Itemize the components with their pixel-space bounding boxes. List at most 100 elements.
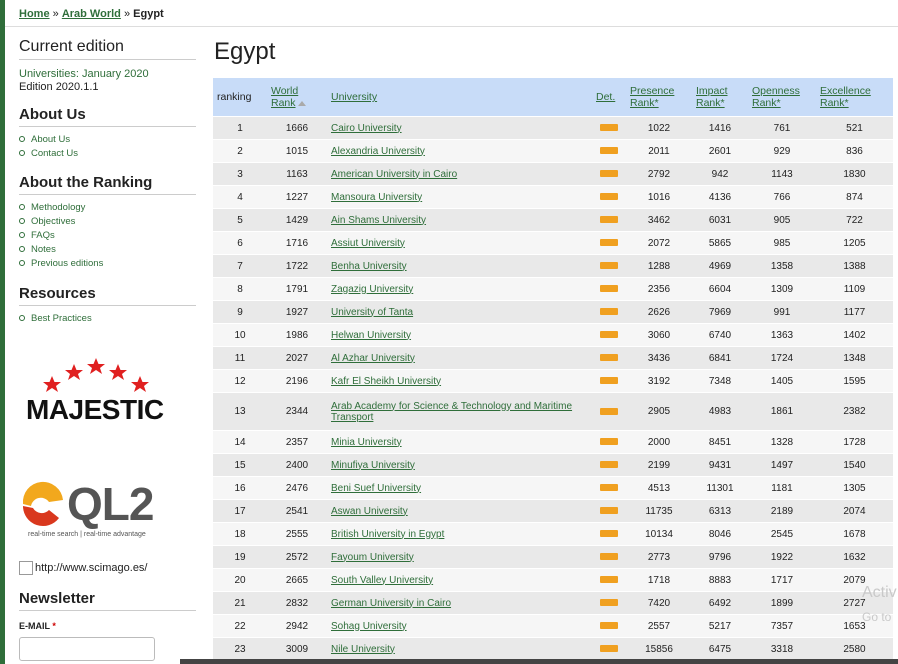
university-link[interactable]: Arab Academy for Science & Technology an… bbox=[331, 401, 572, 423]
details-icon[interactable] bbox=[600, 507, 618, 515]
sidebar: Current edition Universities: January 20… bbox=[19, 38, 196, 326]
university-link[interactable]: Beni Suef University bbox=[331, 483, 421, 494]
details-icon[interactable] bbox=[600, 193, 618, 201]
col-world-rank[interactable]: World Rank bbox=[267, 78, 327, 117]
university-link[interactable]: Sohag University bbox=[331, 621, 407, 632]
university-link[interactable]: Minufiya University bbox=[331, 460, 415, 471]
col-openness[interactable]: Openness Rank* bbox=[748, 78, 816, 117]
university-link[interactable]: Zagazig University bbox=[331, 284, 413, 295]
details-icon[interactable] bbox=[600, 354, 618, 362]
sort-impact-link[interactable]: Impact Rank* bbox=[696, 85, 728, 109]
cell-presence: 7420 bbox=[626, 591, 692, 615]
cell-ranking: 20 bbox=[213, 568, 267, 592]
university-link[interactable]: Cairo University bbox=[331, 123, 402, 134]
table-row: 21 2832 German University in Cairo 7420 6492… bbox=[213, 591, 893, 615]
sidebar-link-faqs[interactable]: FAQs bbox=[19, 229, 196, 243]
sort-world-rank-link[interactable]: World Rank bbox=[271, 85, 298, 109]
cell-impact: 4969 bbox=[692, 254, 748, 278]
university-link[interactable]: Kafr El Sheikh University bbox=[331, 376, 441, 387]
details-icon[interactable] bbox=[600, 553, 618, 561]
university-link[interactable]: British University in Egypt bbox=[331, 529, 444, 540]
details-icon[interactable] bbox=[600, 377, 618, 385]
university-link[interactable]: Minia University bbox=[331, 437, 402, 448]
ql2-logo[interactable]: QL2 real-time search | real-time advanta… bbox=[19, 478, 179, 544]
col-impact[interactable]: Impact Rank* bbox=[692, 78, 748, 117]
breadcrumb-home-link[interactable]: Home bbox=[19, 8, 50, 20]
sort-openness-link[interactable]: Openness Rank* bbox=[752, 85, 800, 109]
university-link[interactable]: Al Azhar University bbox=[331, 353, 415, 364]
cell-university: South Valley University bbox=[327, 568, 592, 592]
scimago-link[interactable]: http://www.scimago.es/ bbox=[19, 561, 148, 575]
details-icon[interactable] bbox=[600, 331, 618, 339]
details-icon[interactable] bbox=[600, 645, 618, 653]
majestic-logo[interactable]: MAJESTIC bbox=[26, 356, 176, 426]
university-link[interactable]: Nile University bbox=[331, 644, 395, 655]
cell-world-rank: 1927 bbox=[267, 300, 327, 324]
sort-excellence-link[interactable]: Excellence Rank* bbox=[820, 85, 871, 109]
sidebar-link-contact-us[interactable]: Contact Us bbox=[19, 147, 196, 161]
col-det[interactable]: Det. bbox=[592, 78, 626, 117]
university-link[interactable]: Assiut University bbox=[331, 238, 405, 249]
sidebar-link-notes[interactable]: Notes bbox=[19, 243, 196, 257]
details-icon[interactable] bbox=[600, 216, 618, 224]
cell-det bbox=[592, 254, 626, 278]
sidebar-link-objectives[interactable]: Objectives bbox=[19, 215, 196, 229]
details-icon[interactable] bbox=[600, 438, 618, 446]
details-icon[interactable] bbox=[600, 530, 618, 538]
sort-det-link[interactable]: Det. bbox=[596, 91, 615, 103]
sidebar-link-about-us[interactable]: About Us bbox=[19, 133, 196, 147]
cell-presence: 2199 bbox=[626, 453, 692, 477]
cell-presence: 3436 bbox=[626, 346, 692, 370]
details-icon[interactable] bbox=[600, 170, 618, 178]
details-icon[interactable] bbox=[600, 239, 618, 247]
university-link[interactable]: South Valley University bbox=[331, 575, 433, 586]
col-university[interactable]: University bbox=[327, 78, 592, 117]
university-link[interactable]: American University in Cairo bbox=[331, 169, 457, 180]
cell-ranking: 13 bbox=[213, 392, 267, 431]
details-icon[interactable] bbox=[600, 262, 618, 270]
breadcrumb-separator: » bbox=[123, 8, 131, 20]
sidebar-link-methodology[interactable]: Methodology bbox=[19, 201, 196, 215]
cell-openness: 905 bbox=[748, 208, 816, 232]
university-link[interactable]: Aswan University bbox=[331, 506, 408, 517]
details-icon[interactable] bbox=[600, 461, 618, 469]
details-icon[interactable] bbox=[600, 124, 618, 132]
col-excellence[interactable]: Excellence Rank* bbox=[816, 78, 893, 117]
details-icon[interactable] bbox=[600, 484, 618, 492]
cell-ranking: 9 bbox=[213, 300, 267, 324]
university-link[interactable]: University of Tanta bbox=[331, 307, 413, 318]
cell-world-rank: 2400 bbox=[267, 453, 327, 477]
university-link[interactable]: Mansoura University bbox=[331, 192, 422, 203]
cell-world-rank: 2555 bbox=[267, 522, 327, 546]
university-link[interactable]: Fayoum University bbox=[331, 552, 414, 563]
cell-world-rank: 2344 bbox=[267, 392, 327, 431]
cell-impact: 5865 bbox=[692, 231, 748, 255]
sidebar-link-best-practices[interactable]: Best Practices bbox=[19, 312, 196, 326]
details-icon[interactable] bbox=[600, 308, 618, 316]
details-icon[interactable] bbox=[600, 285, 618, 293]
sort-university-link[interactable]: University bbox=[331, 91, 377, 103]
details-icon[interactable] bbox=[600, 407, 618, 415]
sidebar-link-previous-editions[interactable]: Previous editions bbox=[19, 257, 196, 271]
university-link[interactable]: Helwan University bbox=[331, 330, 411, 341]
cell-university: Minufiya University bbox=[327, 453, 592, 477]
cell-world-rank: 1791 bbox=[267, 277, 327, 301]
sort-presence-link[interactable]: Presence Rank* bbox=[630, 85, 674, 109]
university-link[interactable]: German University in Cairo bbox=[331, 598, 451, 609]
university-link[interactable]: Ain Shams University bbox=[331, 215, 426, 226]
details-icon[interactable] bbox=[600, 147, 618, 155]
cell-excellence: 1540 bbox=[816, 453, 893, 477]
details-icon[interactable] bbox=[600, 622, 618, 630]
resources-list: Best Practices bbox=[19, 312, 196, 326]
cell-excellence: 1595 bbox=[816, 369, 893, 393]
cell-presence: 4513 bbox=[626, 476, 692, 500]
email-input[interactable] bbox=[19, 637, 155, 661]
breadcrumb-region-link[interactable]: Arab World bbox=[62, 8, 121, 20]
col-presence[interactable]: Presence Rank* bbox=[626, 78, 692, 117]
university-link[interactable]: Benha University bbox=[331, 261, 407, 272]
details-icon[interactable] bbox=[600, 599, 618, 607]
cell-presence: 2000 bbox=[626, 430, 692, 454]
details-icon[interactable] bbox=[600, 576, 618, 584]
table-row: 3 1163 American University in Cairo 2792 942… bbox=[213, 162, 893, 186]
university-link[interactable]: Alexandria University bbox=[331, 146, 425, 157]
